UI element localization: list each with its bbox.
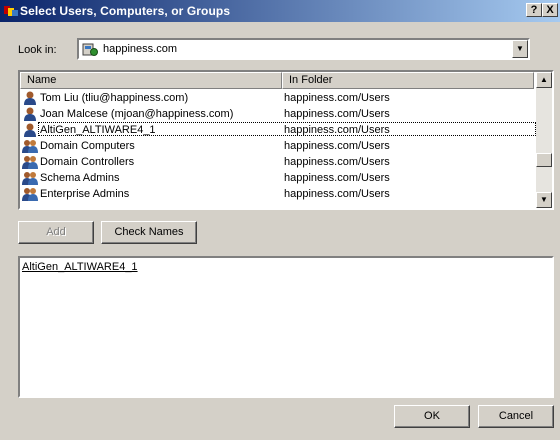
column-header-name[interactable]: Name: [20, 72, 282, 89]
help-button[interactable]: ?: [526, 3, 542, 17]
user-icon: [24, 123, 36, 137]
group-icon: [22, 140, 38, 153]
list-item[interactable]: Tom Liu (tliu@happiness.com) happiness.c…: [20, 90, 534, 106]
chevron-down-icon[interactable]: ▼: [512, 40, 528, 58]
look-in-label: Look in:: [18, 44, 57, 56]
look-in-combobox[interactable]: happiness.com ▼: [77, 38, 530, 60]
list-item[interactable]: Joan Malcese (mjoan@happiness.com) happi…: [20, 106, 534, 122]
group-icon: [22, 172, 38, 185]
list-header: Name In Folder: [20, 72, 534, 89]
scroll-up-icon[interactable]: ▲: [536, 72, 552, 88]
column-header-folder[interactable]: In Folder: [282, 72, 534, 89]
dialog-title: Select Users, Computers, or Groups: [20, 4, 231, 18]
list-item-focused[interactable]: AltiGen_ALTIWARE4_1 happiness.com/Users: [20, 122, 536, 138]
list-item[interactable]: Domain Controllers happiness.com/Users: [20, 154, 534, 170]
ok-button[interactable]: OK: [394, 405, 470, 428]
list-item[interactable]: Enterprise Admins happiness.com/Users: [20, 186, 534, 202]
cancel-button[interactable]: Cancel: [478, 405, 554, 428]
user-icon: [24, 91, 36, 105]
dialog-icon: [4, 6, 18, 16]
select-users-dialog: Select Users, Computers, or Groups ? X L…: [0, 0, 560, 440]
user-icon: [24, 107, 36, 121]
selected-names-box[interactable]: AltiGen_ALTIWARE4_1: [18, 256, 554, 398]
selected-entry[interactable]: AltiGen_ALTIWARE4_1: [22, 261, 138, 273]
vertical-scrollbar[interactable]: ▲ ▼: [536, 72, 552, 208]
domain-icon: [82, 43, 98, 56]
check-names-button[interactable]: Check Names: [101, 221, 197, 244]
list-item[interactable]: Domain Computers happiness.com/Users: [20, 138, 534, 154]
group-icon: [22, 188, 38, 201]
list-item[interactable]: Schema Admins happiness.com/Users: [20, 170, 534, 186]
results-list[interactable]: Name In Folder Tom Liu (tliu@happiness.c…: [18, 70, 554, 210]
scroll-down-icon[interactable]: ▼: [536, 192, 552, 208]
add-button[interactable]: Add: [18, 221, 94, 244]
title-bar[interactable]: Select Users, Computers, or Groups ? X: [0, 0, 560, 22]
group-icon: [22, 156, 38, 169]
look-in-value: happiness.com: [103, 43, 177, 55]
close-button[interactable]: X: [542, 3, 558, 17]
scroll-thumb[interactable]: [536, 153, 552, 167]
